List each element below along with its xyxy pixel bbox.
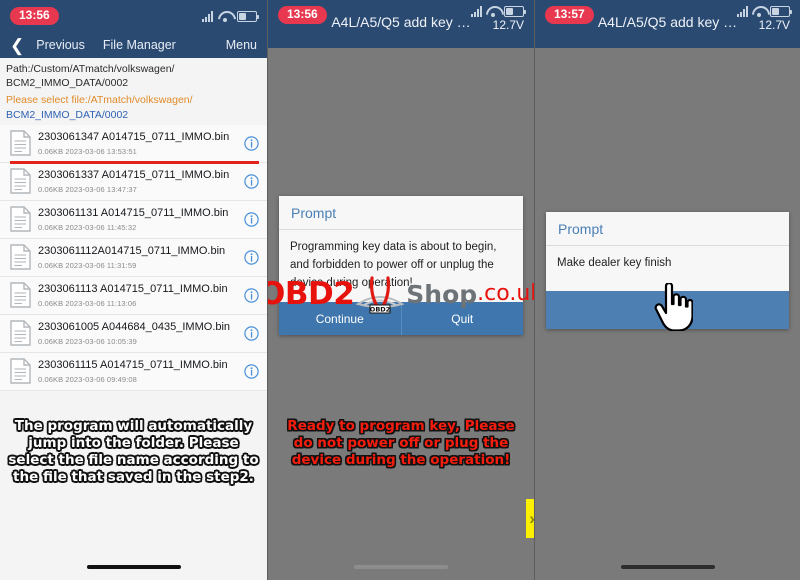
current-path-line1: Path:/Custom/ATmatch/volkswagen/ (6, 63, 175, 75)
file-name: 2303061113 A014715_0711_IMMO.bin (38, 282, 228, 295)
home-indicator-middle (268, 565, 534, 569)
nav-menu-button[interactable]: Menu (226, 38, 257, 52)
info-icon[interactable] (244, 363, 259, 379)
dialog-header: Prompt (546, 212, 789, 246)
left-caption-text: The program will automatically jump into… (8, 418, 259, 485)
file-meta: 0.06KB 2023-03-06 09:49:08 (38, 374, 137, 384)
current-path-line2: BCM2_IMMO_DATA/0002 (6, 77, 129, 90)
file-list[interactable]: 2303061347 A014715_0711_IMMO.bin 0.06KB 2… (0, 124, 267, 391)
file-row[interactable]: 2303061113 A014715_0711_IMMO.bin 0.06KB 2… (0, 276, 267, 315)
file-name: 2303061347 A014715_0711_IMMO.bin (38, 130, 230, 143)
status-time: 13:56 (10, 6, 59, 26)
document-icon (10, 168, 31, 194)
status-icons-middle: 12.7V (471, 6, 526, 32)
file-meta: 0.06KB 2023-03-06 10:05:39 (38, 336, 137, 346)
nav-previous-button[interactable]: Previous (36, 38, 85, 52)
middle-caption-text: Ready to program key, Please do not powe… (287, 418, 515, 468)
nav-bar: ❮ Previous File Manager Menu (0, 32, 267, 58)
voltage-readout: 12.7V (492, 18, 524, 32)
programming-prompt-dialog: Prompt Programming key data is about to … (279, 196, 524, 336)
home-indicator-right (535, 565, 800, 569)
file-row[interactable]: 2303061112A014715_0711_IMMO.bin 0.06KB 20… (0, 238, 267, 277)
path-block: Path:/Custom/ATmatch/volkswagen/ BCM2_IM… (0, 58, 267, 125)
battery-icon (237, 10, 259, 22)
file-row[interactable]: 2303061005 A044684_0435_IMMO.bin 0.06KB 2… (0, 314, 267, 353)
file-name: 2303061005 A044684_0435_IMMO.bin (38, 320, 231, 333)
file-meta: 0.06KB 2023-03-06 11:31:59 (38, 260, 137, 270)
document-icon (10, 244, 31, 270)
panel-file-manager: 13:56 ❮ Previous File Manager Menu Path:… (0, 0, 267, 580)
status-bar-left: 13:56 (0, 0, 267, 32)
screenshot-root: 13:56 ❮ Previous File Manager Menu Path:… (0, 0, 800, 580)
status-icons-right: 12.7V (737, 6, 792, 32)
file-row[interactable]: 2303061337 A014715_0711_IMMO.bin 0.06KB 2… (0, 162, 267, 201)
dialog-button-bar: Continue Quit (279, 302, 524, 336)
status-bar-middle: 13:56 12.7V A4L/A5/Q5 add key … (268, 0, 534, 48)
file-meta: 0.06KB 2023-03-06 13:53:51 (38, 146, 137, 156)
panel-dealer-key-prompt: 13:57 12.7V A4L/A5/Q5 add key … Prompt M… (534, 0, 800, 580)
wifi-icon (486, 6, 500, 17)
signal-icon (471, 6, 482, 17)
side-expand-tab[interactable]: » (526, 499, 534, 538)
document-icon (10, 282, 31, 308)
file-meta: 0.06KB 2023-03-06 13:47:37 (38, 184, 137, 194)
page-title: File Manager (102, 38, 176, 52)
file-info: 2303061115 A014715_0711_IMMO.bin 0.06KB 2… (38, 359, 237, 384)
continue-button[interactable]: Continue (279, 302, 401, 335)
file-name: 2303061112A014715_0711_IMMO.bin (38, 244, 226, 257)
voltage-readout: 12.7V (758, 18, 790, 32)
left-caption-block: The program will automatically jump into… (0, 418, 267, 486)
file-info: 2303061347 A014715_0711_IMMO.bin 0.06KB 2… (38, 131, 237, 156)
home-indicator-left (0, 565, 267, 569)
hand-cursor-icon (653, 281, 694, 332)
select-file-hint-line2: BCM2_IMMO_DATA/0002 (6, 108, 129, 121)
file-name: 2303061337 A014715_0711_IMMO.bin (38, 168, 230, 181)
info-icon[interactable] (244, 173, 259, 189)
document-icon (10, 130, 31, 156)
status-time: 13:57 (545, 6, 594, 25)
file-info: 2303061112A014715_0711_IMMO.bin 0.06KB 20… (38, 245, 237, 270)
status-time: 13:56 (278, 6, 327, 25)
selection-underline (10, 160, 259, 164)
file-info: 2303061337 A014715_0711_IMMO.bin 0.06KB 2… (38, 169, 237, 194)
file-info: 2303061131 A014715_0711_IMMO.bin 0.06KB 2… (38, 207, 237, 232)
middle-caption-block: Ready to program key, Please do not powe… (268, 418, 534, 469)
battery-icon (770, 6, 792, 17)
dialog-header: Prompt (279, 196, 523, 230)
file-name: 2303061131 A014715_0711_IMMO.bin (38, 206, 229, 219)
file-meta: 0.06KB 2023-03-06 11:45:32 (38, 222, 137, 232)
info-icon[interactable] (244, 135, 259, 151)
document-icon (10, 320, 31, 346)
quit-button[interactable]: Quit (400, 302, 524, 336)
wifi-icon (752, 6, 766, 17)
file-name: 2303061115 A014715_0711_IMMO.bin (38, 358, 228, 371)
file-row[interactable]: 2303061115 A014715_0711_IMMO.bin 0.06KB 2… (0, 352, 267, 391)
wifi-icon (218, 11, 232, 22)
signal-icon (202, 10, 213, 22)
info-icon[interactable] (244, 325, 259, 341)
document-icon (10, 358, 31, 384)
file-info: 2303061113 A014715_0711_IMMO.bin 0.06KB 2… (38, 283, 237, 308)
info-icon[interactable] (244, 249, 259, 265)
status-icons-left (202, 10, 259, 22)
info-icon[interactable] (244, 287, 259, 303)
document-icon (10, 206, 31, 232)
file-row[interactable]: 2303061131 A014715_0711_IMMO.bin 0.06KB 2… (0, 200, 267, 239)
select-file-hint-line1: Please select file:/ATmatch/volkswagen/ (6, 94, 193, 107)
file-meta: 0.06KB 2023-03-06 11:13:06 (38, 298, 137, 308)
back-chevron-icon[interactable]: ❮ (10, 37, 24, 54)
file-info: 2303061005 A044684_0435_IMMO.bin 0.06KB 2… (38, 321, 237, 346)
panel-programming-prompt: 13:56 12.7V A4L/A5/Q5 add key … Prompt P… (267, 0, 534, 580)
status-bar-right: 13:57 12.7V A4L/A5/Q5 add key … (535, 0, 800, 48)
battery-icon (504, 6, 526, 17)
info-icon[interactable] (244, 211, 259, 227)
signal-icon (737, 6, 748, 17)
file-row[interactable]: 2303061347 A014715_0711_IMMO.bin 0.06KB 2… (0, 124, 267, 164)
dialog-body-text: Programming key data is about to begin, … (279, 230, 523, 303)
